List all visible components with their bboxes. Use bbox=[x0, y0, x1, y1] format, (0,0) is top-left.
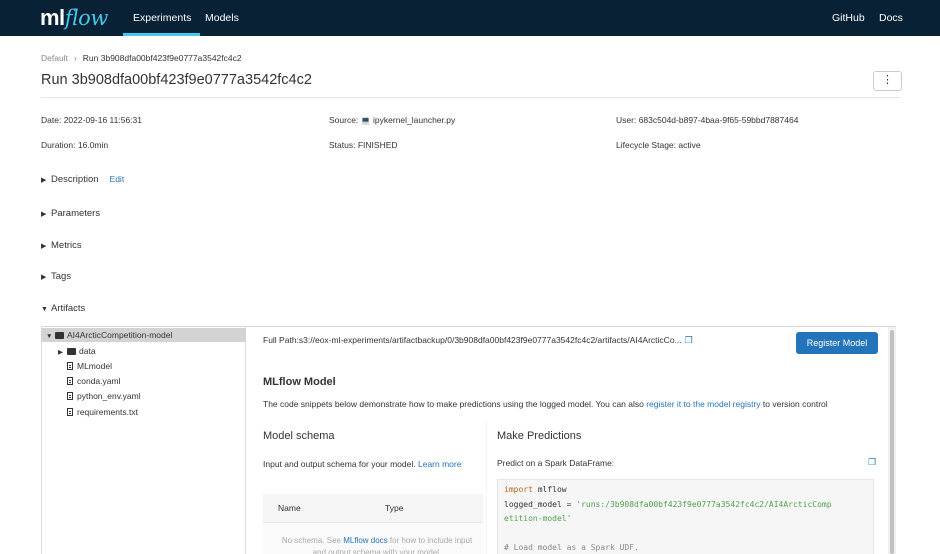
make-predictions-title: Make Predictions bbox=[497, 430, 582, 442]
model-schema-description: Input and output schema for your model. … bbox=[263, 459, 462, 469]
caret-right-icon: ▶ bbox=[41, 177, 47, 184]
edit-description-link[interactable]: Edit bbox=[110, 174, 125, 184]
top-nav: mlflow Experiments Models GitHub Docs bbox=[0, 0, 940, 36]
copy-icon[interactable]: ❐ bbox=[868, 457, 876, 468]
meta-duration: Duration: 16.0min bbox=[41, 140, 109, 150]
learn-more-link[interactable]: Learn more bbox=[418, 459, 461, 469]
section-tags[interactable]: ▶ Tags bbox=[41, 271, 71, 282]
model-schema-title: Model schema bbox=[263, 430, 335, 442]
register-model-button[interactable]: Register Model bbox=[796, 332, 878, 354]
meta-date: Date: 2022-09-16 11:56:31 bbox=[41, 115, 143, 125]
chevron-right-icon: › bbox=[73, 53, 77, 63]
mlflow-logo[interactable]: mlflow bbox=[40, 5, 108, 31]
meta-lifecycle: Lifecycle Stage: active bbox=[616, 140, 701, 150]
no-schema-message: No schema. See MLflow docs for how to in… bbox=[281, 536, 473, 554]
header-divider bbox=[41, 97, 901, 98]
code-snippet[interactable]: import mlflow logged_model = 'runs:/3b90… bbox=[497, 479, 874, 554]
artifact-tree: ▼ AI4ArcticCompetition-model ▶ data MLmode… bbox=[41, 326, 246, 554]
tree-item-mlmodel[interactable]: MLmodel bbox=[67, 359, 112, 373]
nav-experiments[interactable]: Experiments bbox=[133, 12, 191, 24]
predict-spark-label: Predict on a Spark DataFrame: bbox=[497, 458, 615, 468]
tree-item-root[interactable]: ▼ AI4ArcticCompetition-model bbox=[42, 328, 246, 342]
caret-right-icon: ▶ bbox=[41, 243, 47, 250]
register-registry-link[interactable]: register it to the model registry bbox=[646, 399, 760, 409]
tree-item-python-env[interactable]: python_env.yaml bbox=[67, 389, 141, 403]
page-title: Run 3b908dfa00bf423f9e0777a3542fc4c2 bbox=[41, 72, 312, 88]
meta-status: Status: FINISHED bbox=[329, 140, 398, 150]
schema-table: Name Type No schema. See MLflow docs for… bbox=[263, 494, 483, 554]
meta-source: Source: 💻 ipykernel_launcher.py bbox=[329, 115, 456, 125]
nav-models[interactable]: Models bbox=[205, 12, 239, 24]
tree-item-requirements[interactable]: requirements.txt bbox=[67, 405, 138, 419]
meta-user: User: 683c504d-b897-4baa-9f65-59bbd78874… bbox=[616, 115, 799, 125]
nav-github[interactable]: GitHub bbox=[832, 12, 865, 24]
full-path: Full Path:s3://eox-ml-experiments/artifa… bbox=[263, 335, 693, 345]
caret-right-icon: ▶ bbox=[58, 349, 63, 356]
more-actions-button[interactable]: ⋮ bbox=[873, 71, 902, 91]
schema-col-name: Name bbox=[278, 503, 301, 513]
breadcrumb-parent[interactable]: Default bbox=[41, 53, 68, 63]
section-parameters[interactable]: ▶ Parameters bbox=[41, 208, 100, 219]
more-vertical-icon: ⋮ bbox=[882, 74, 893, 86]
nav-active-indicator bbox=[123, 33, 200, 36]
caret-right-icon: ▶ bbox=[41, 274, 47, 281]
artifact-detail: Full Path:s3://eox-ml-experiments/artifa… bbox=[252, 326, 888, 554]
mlflow-model-description: The code snippets below demonstrate how … bbox=[263, 399, 828, 409]
section-description[interactable]: ▶ Description Edit bbox=[41, 174, 124, 185]
section-metrics[interactable]: ▶ Metrics bbox=[41, 240, 82, 251]
copy-icon[interactable]: ❐ bbox=[685, 335, 693, 345]
schema-col-type: Type bbox=[385, 503, 404, 513]
file-icon bbox=[67, 408, 73, 416]
caret-down-icon: ▼ bbox=[46, 333, 53, 340]
file-icon bbox=[67, 362, 73, 370]
file-icon bbox=[67, 377, 73, 385]
mlflow-docs-link[interactable]: MLflow docs bbox=[343, 536, 387, 545]
schema-table-header: Name Type bbox=[263, 494, 483, 523]
breadcrumb: Default › Run 3b908dfa00bf423f9e0777a3542f… bbox=[41, 53, 242, 63]
file-icon bbox=[67, 392, 73, 400]
source-link[interactable]: ipykernel_launcher.py bbox=[373, 115, 455, 125]
section-artifacts[interactable]: ▼ Artifacts bbox=[41, 303, 85, 314]
mlflow-model-title: MLflow Model bbox=[263, 376, 336, 388]
laptop-icon: 💻 bbox=[360, 116, 371, 125]
tree-item-data[interactable]: ▶ data bbox=[58, 344, 96, 358]
user-link[interactable]: 683c504d-b897-4baa-9f65-59bbd7887464 bbox=[639, 115, 799, 125]
detail-scrollbar-thumb[interactable] bbox=[890, 330, 894, 554]
folder-icon bbox=[67, 347, 76, 355]
folder-icon bbox=[55, 331, 64, 339]
tree-item-conda[interactable]: conda.yaml bbox=[67, 374, 120, 388]
nav-docs[interactable]: Docs bbox=[879, 12, 903, 24]
breadcrumb-current: Run 3b908dfa00bf423f9e0777a3542fc4c2 bbox=[82, 53, 242, 63]
caret-down-icon: ▼ bbox=[41, 306, 48, 313]
model-panel-header bbox=[252, 362, 888, 422]
caret-right-icon: ▶ bbox=[41, 211, 47, 218]
